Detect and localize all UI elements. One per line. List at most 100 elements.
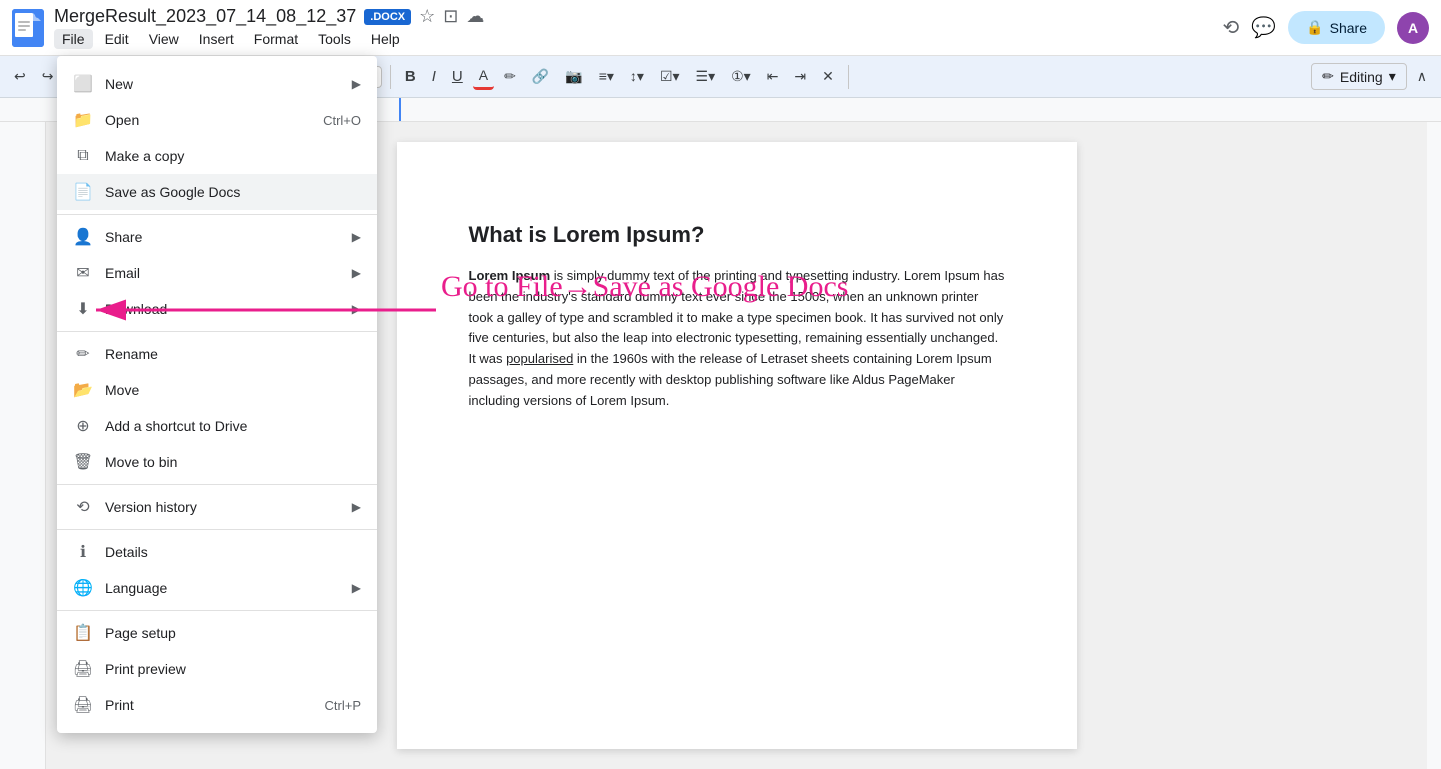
trash-icon: 🗑 <box>73 452 93 472</box>
email-icon: ✉ <box>73 263 93 283</box>
shortcut-icon: ⊕ <box>73 416 93 436</box>
bold-button[interactable]: B <box>399 64 422 89</box>
checklist-button[interactable]: ☑▾ <box>654 64 686 89</box>
share-submenu-arrow: ▶ <box>352 230 361 244</box>
new-label: New <box>105 76 340 92</box>
trash-label: Move to bin <box>105 454 361 470</box>
redo-button[interactable]: ↪ <box>36 64 60 89</box>
language-label: Language <box>105 580 340 596</box>
numbered-list-button[interactable]: ①▾ <box>725 64 757 89</box>
folder-icon[interactable]: ⊡ <box>443 6 458 27</box>
print-icon: 🖨 <box>73 695 93 715</box>
menu-move[interactable]: 📂 Move <box>57 372 377 408</box>
menu-download[interactable]: ⬇ Download ▶ <box>57 291 377 327</box>
menu-page-setup[interactable]: 📋 Page setup <box>57 615 377 651</box>
menu-rename[interactable]: ✏ Rename <box>57 336 377 372</box>
open-icon: 📁 <box>73 110 93 130</box>
details-label: Details <box>105 544 361 560</box>
download-icon: ⬇ <box>73 299 93 319</box>
document-heading: What is Lorem Ipsum? <box>469 222 1005 248</box>
link-button[interactable]: 🔗 <box>526 64 555 89</box>
text-color-button[interactable]: A <box>473 63 494 90</box>
menu-email[interactable]: ✉ Email ▶ <box>57 255 377 291</box>
cloud-icon[interactable]: ☁ <box>466 6 484 27</box>
comment-icon[interactable]: 💬 <box>1251 15 1276 40</box>
menu-version-history[interactable]: ⟲ Version history ▶ <box>57 489 377 525</box>
italic-button[interactable]: I <box>426 64 442 89</box>
star-icon[interactable]: ☆ <box>419 6 435 27</box>
line-spacing-button[interactable]: ↕▾ <box>624 64 650 89</box>
download-label: Download <box>105 301 340 317</box>
menu-print[interactable]: 🖨 Print Ctrl+P <box>57 687 377 723</box>
divider-4 <box>390 65 391 89</box>
clear-formatting-button[interactable]: ✕ <box>816 64 840 89</box>
menu-details[interactable]: ℹ Details <box>57 534 377 570</box>
bullet-list-button[interactable]: ☰▾ <box>690 64 722 89</box>
version-label: Version history <box>105 499 340 515</box>
highlight-button[interactable]: ✏ <box>498 64 522 89</box>
menu-add-shortcut[interactable]: ⊕ Add a shortcut to Drive <box>57 408 377 444</box>
menu-new[interactable]: ⬜ New ▶ <box>57 66 377 102</box>
menu-language[interactable]: 🌐 Language ▶ <box>57 570 377 606</box>
menu-section-5: ℹ Details 🌐 Language ▶ <box>57 530 377 611</box>
right-sidebar <box>1427 122 1441 769</box>
download-submenu-arrow: ▶ <box>352 302 361 316</box>
title-bar: MergeResult_2023_07_14_08_12_37 .DOCX ☆ … <box>0 0 1441 56</box>
language-submenu-arrow: ▶ <box>352 581 361 595</box>
menu-print-preview[interactable]: 🖨 Print preview <box>57 651 377 687</box>
underline-button[interactable]: U <box>446 64 469 89</box>
editing-dropdown-arrow: ▾ <box>1389 68 1396 85</box>
menu-view[interactable]: View <box>141 29 187 49</box>
save-as-icon: 📄 <box>73 182 93 202</box>
editing-mode-button[interactable]: ✏ Editing ▾ <box>1311 63 1407 90</box>
indent-increase-button[interactable]: ⇥ <box>788 64 812 89</box>
share-icon: 👤 <box>73 227 93 247</box>
menu-move-to-bin[interactable]: 🗑 Move to bin <box>57 444 377 480</box>
print-shortcut: Ctrl+P <box>325 698 361 713</box>
menu-help[interactable]: Help <box>363 29 408 49</box>
indent-decrease-button[interactable]: ⇤ <box>761 64 785 89</box>
version-icon: ⟲ <box>73 497 93 517</box>
editing-label: Editing <box>1340 69 1383 85</box>
menu-make-copy[interactable]: ⧉ Make a copy <box>57 138 377 174</box>
menu-insert[interactable]: Insert <box>191 29 242 49</box>
save-as-label: Save as Google Docs <box>105 184 361 200</box>
dropdown-overlay: ⬜ New ▶ 📁 Open Ctrl+O ⧉ Make a copy 📄 Sa… <box>57 56 377 733</box>
version-history-icon[interactable]: ⟲ <box>1223 15 1240 40</box>
move-label: Move <box>105 382 361 398</box>
open-shortcut: Ctrl+O <box>323 113 361 128</box>
menu-tools[interactable]: Tools <box>310 29 359 49</box>
menu-section-2: 👤 Share ▶ ✉ Email ▶ ⬇ Download ▶ <box>57 215 377 332</box>
shortcut-label: Add a shortcut to Drive <box>105 418 361 434</box>
menu-file[interactable]: File <box>54 29 93 49</box>
menu-edit[interactable]: Edit <box>97 29 137 49</box>
open-label: Open <box>105 112 311 128</box>
details-icon: ℹ <box>73 542 93 562</box>
move-icon: 📂 <box>73 380 93 400</box>
share-button[interactable]: 🔒 Share <box>1288 11 1385 44</box>
docs-logo <box>12 9 44 47</box>
email-label: Email <box>105 265 340 281</box>
menu-open[interactable]: 📁 Open Ctrl+O <box>57 102 377 138</box>
page-setup-label: Page setup <box>105 625 361 641</box>
expand-button[interactable]: ∧ <box>1411 64 1433 89</box>
email-submenu-arrow: ▶ <box>352 266 361 280</box>
title-section: MergeResult_2023_07_14_08_12_37 .DOCX ☆ … <box>54 6 1223 49</box>
version-submenu-arrow: ▶ <box>352 500 361 514</box>
insert-image-button[interactable]: 📷 <box>559 64 588 89</box>
menu-bar: File Edit View Insert Format Tools Help <box>54 29 1223 49</box>
document-body: Lorem Ipsum is simply dummy text of the … <box>469 266 1005 412</box>
menu-save-as-google-docs[interactable]: 📄 Save as Google Docs <box>57 174 377 210</box>
menu-section-3: ✏ Rename 📂 Move ⊕ Add a shortcut to Driv… <box>57 332 377 485</box>
avatar[interactable]: A <box>1397 12 1429 44</box>
menu-format[interactable]: Format <box>246 29 306 49</box>
align-button[interactable]: ≡▾ <box>593 64 620 89</box>
share-label: Share <box>105 229 340 245</box>
undo-button[interactable]: ↩ <box>8 64 32 89</box>
menu-share[interactable]: 👤 Share ▶ <box>57 219 377 255</box>
print-preview-icon: 🖨 <box>73 659 93 679</box>
language-icon: 🌐 <box>73 578 93 598</box>
doc-title: MergeResult_2023_07_14_08_12_37 <box>54 6 356 27</box>
divider-5 <box>848 65 849 89</box>
copy-icon: ⧉ <box>73 146 93 166</box>
